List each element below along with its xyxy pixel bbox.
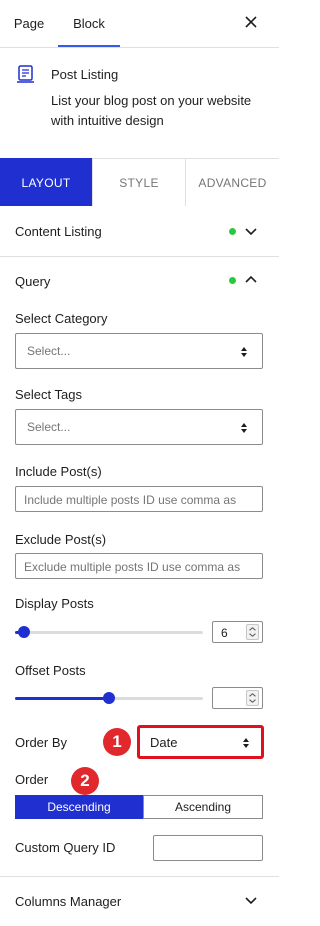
tab-layout[interactable]: LAYOUT (0, 158, 92, 206)
select-tags-label: Select Tags (15, 387, 82, 402)
status-dot (229, 228, 236, 235)
select-tags-dropdown[interactable]: Select... (15, 409, 263, 445)
post-listing-icon (17, 65, 34, 83)
custom-query-id-input[interactable] (153, 835, 263, 861)
offset-posts-label: Offset Posts (15, 663, 86, 678)
display-posts-slider[interactable] (15, 626, 203, 638)
order-descending-button[interactable]: Descending (15, 795, 143, 819)
select-tags-value: Select... (27, 420, 71, 434)
select-arrows-icon (243, 738, 249, 748)
select-arrows-icon (241, 347, 247, 357)
slider-thumb[interactable] (103, 692, 115, 704)
block-description: List your blog post on your website with… (51, 93, 252, 128)
order-ascending-button[interactable]: Ascending (143, 795, 263, 819)
exclude-posts-placeholder: Exclude multiple posts ID use comma as (24, 560, 241, 574)
panel-title: Content Listing (15, 224, 102, 239)
panel-title: Columns Manager (15, 894, 122, 909)
panel-title: Query (15, 274, 51, 289)
tab-block[interactable]: Block (58, 0, 120, 47)
status-dot (229, 277, 236, 284)
select-category-label: Select Category (15, 311, 108, 326)
include-posts-placeholder: Include multiple posts ID use comma as (24, 493, 237, 507)
offset-posts-slider[interactable] (15, 692, 203, 704)
include-posts-label: Include Post(s) (15, 464, 102, 479)
chevron-down-icon[interactable] (244, 227, 258, 237)
display-posts-value: 6 (221, 626, 228, 640)
chevron-down-icon[interactable] (244, 896, 258, 906)
block-title: Post Listing (51, 67, 119, 82)
display-posts-number[interactable]: 6 (212, 621, 263, 643)
tab-style[interactable]: STYLE (92, 158, 185, 206)
order-label: Order (15, 772, 49, 787)
include-posts-input[interactable]: Include multiple posts ID use comma as (15, 486, 263, 512)
panel-query[interactable]: Query (0, 257, 279, 306)
settings-tabs: LAYOUT STYLE ADVANCED (0, 158, 279, 206)
slider-fill (15, 697, 109, 700)
spinner-arrows-icon[interactable] (246, 624, 259, 640)
select-arrows-icon (241, 423, 247, 433)
custom-query-id-label: Custom Query ID (15, 840, 116, 855)
close-icon[interactable] (243, 14, 259, 30)
tab-advanced[interactable]: ADVANCED (185, 158, 279, 206)
tab-page[interactable]: Page (0, 0, 58, 48)
offset-posts-number[interactable] (212, 687, 263, 709)
sidebar-tabs: Page Block (0, 0, 279, 48)
display-posts-label: Display Posts (15, 596, 94, 611)
select-category-dropdown[interactable]: Select... (15, 333, 263, 369)
panel-columns-manager[interactable]: Columns Manager (0, 877, 279, 926)
order-by-select[interactable]: Date (137, 725, 264, 759)
exclude-posts-input[interactable]: Exclude multiple posts ID use comma as (15, 553, 263, 579)
order-by-label: Order By (15, 735, 68, 750)
annotation-badge: 2 (71, 767, 99, 795)
exclude-posts-label: Exclude Post(s) (15, 532, 107, 547)
slider-thumb[interactable] (18, 626, 30, 638)
select-category-value: Select... (27, 344, 71, 358)
spinner-arrows-icon[interactable] (246, 690, 259, 706)
panel-content-listing[interactable]: Content Listing (0, 207, 279, 256)
annotation-badge: 1 (103, 728, 131, 756)
order-by-value: Date (150, 735, 178, 750)
chevron-up-icon[interactable] (244, 274, 258, 284)
